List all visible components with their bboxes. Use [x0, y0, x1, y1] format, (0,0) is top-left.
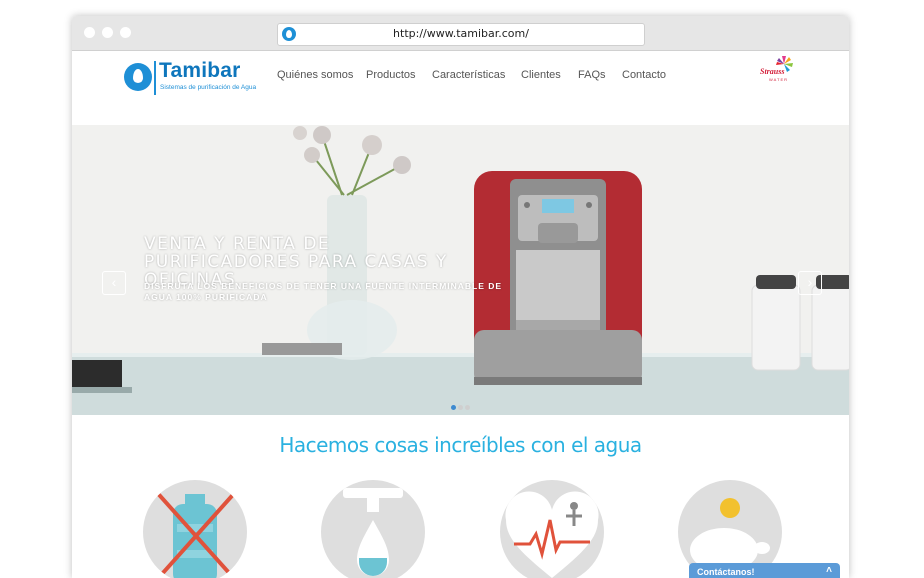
- carousel-indicators: [450, 397, 471, 415]
- water-drop-icon: [124, 63, 152, 91]
- logo-divider: [154, 61, 156, 95]
- window-close-button[interactable]: [84, 27, 95, 38]
- address-url: http://www.tamibar.com/: [393, 27, 529, 40]
- nav-productos[interactable]: Productos: [366, 69, 416, 81]
- feature-no-bottle: [143, 480, 247, 578]
- nav-quienes-somos[interactable]: Quiénes somos: [277, 69, 353, 81]
- hero-subtitle: DISFRUTA LOS BENEFICIOS DE TENER UNA FUE…: [144, 281, 503, 302]
- carousel-dot[interactable]: [451, 405, 456, 410]
- browser-window: http://www.tamibar.com/ Tamibar Sistemas…: [72, 16, 849, 578]
- feature-water-tap: [321, 480, 425, 578]
- carousel-prev-button[interactable]: ‹: [102, 271, 126, 295]
- no-bottle-icon: [151, 486, 241, 578]
- carousel-dot[interactable]: [465, 405, 470, 410]
- chevron-left-icon: ‹: [111, 274, 117, 290]
- nav-contacto[interactable]: Contacto: [622, 69, 666, 81]
- window-maximize-button[interactable]: [120, 27, 131, 38]
- browser-toolbar: http://www.tamibar.com/: [72, 16, 849, 51]
- nav-faqs[interactable]: FAQs: [578, 69, 606, 81]
- contact-label: Contáctanos!: [697, 567, 755, 577]
- chevron-up-icon: ˄: [826, 565, 832, 576]
- nav-clientes[interactable]: Clientes: [521, 69, 561, 81]
- hero-carousel: VENTA Y RENTA DE PURIFICADORES PARA CASA…: [72, 125, 849, 415]
- chevron-right-icon: ›: [807, 274, 813, 290]
- water-tap-icon: [343, 488, 403, 576]
- contact-tab[interactable]: Contáctanos! ˄: [689, 563, 840, 578]
- site-header: Tamibar Sistemas de purificación de Agua…: [72, 51, 849, 125]
- heart-health-icon: [505, 491, 599, 578]
- address-bar[interactable]: http://www.tamibar.com/: [277, 23, 645, 46]
- nav-caracteristicas[interactable]: Características: [432, 69, 505, 81]
- section-title: Hacemos cosas increíbles con el agua: [279, 433, 642, 457]
- logo-tagline: Sistemas de purificación de Agua: [160, 84, 257, 91]
- window-minimize-button[interactable]: [102, 27, 113, 38]
- partner-name: Strauss: [760, 67, 785, 76]
- carousel-dot[interactable]: [458, 405, 463, 410]
- partner-sub: WATER: [769, 77, 788, 82]
- carousel-next-button[interactable]: ›: [798, 271, 822, 295]
- logo-name: Tamibar: [159, 59, 241, 82]
- feature-heart-health: [500, 480, 604, 578]
